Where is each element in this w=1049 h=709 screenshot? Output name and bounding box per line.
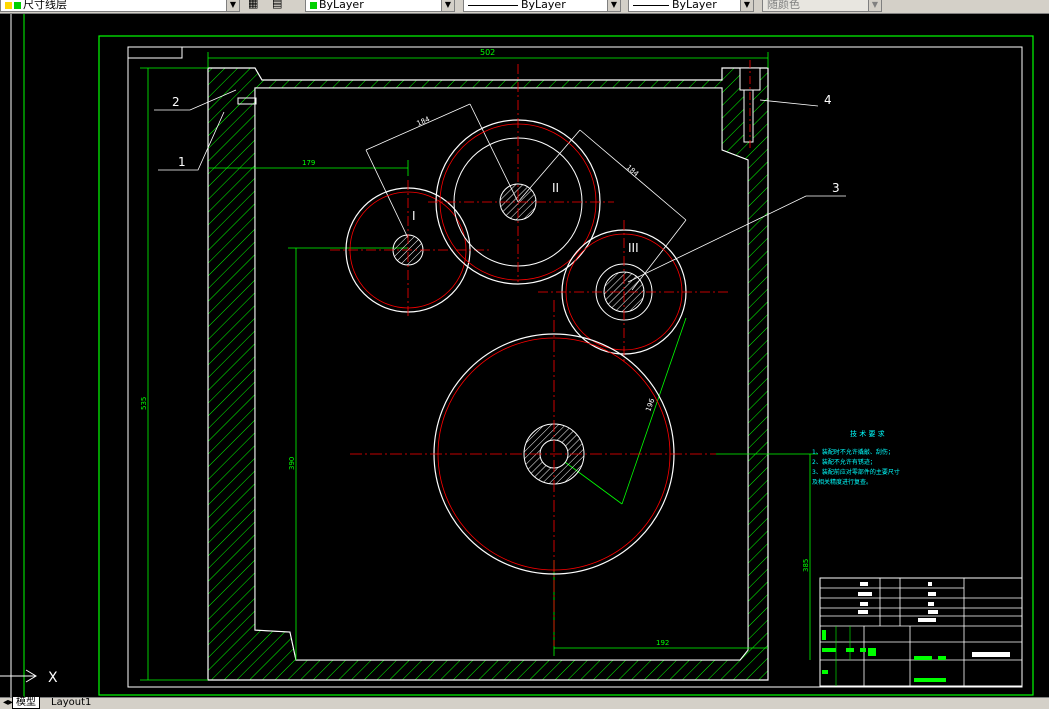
dim-bottom: 192 [656, 639, 669, 647]
overall-width-dim: 502 [480, 48, 495, 57]
tab-model[interactable]: 模型 [12, 697, 40, 709]
callout-1: 1 [178, 155, 186, 169]
tech-line-3: 3、装配前应对零部件的主要尺寸 [812, 468, 900, 476]
ucs-icon: X [0, 669, 58, 686]
frame-corner-notch [128, 47, 183, 59]
callout-2: 2 [172, 95, 180, 109]
dim-top-left: 179 [302, 159, 315, 167]
callout-3: 3 [832, 181, 840, 195]
shaft-label-II: II [552, 181, 559, 195]
tab-layout1[interactable]: Layout1 [48, 697, 94, 708]
dim-right-height: 385 [802, 559, 810, 572]
gearbox-housing [207, 67, 769, 681]
drawing-canvas[interactable]: 502 179 184 184 196 535 390 385 192 1 2 … [0, 0, 1049, 709]
ucs-x-label: X [48, 670, 58, 686]
tech-line-4: 及相关精度进行复查。 [812, 478, 872, 486]
shaft-label-III: III [628, 241, 639, 255]
tech-line-2: 2、装配不允许有锈迹； [812, 458, 876, 466]
callout-4: 4 [824, 93, 832, 107]
tech-line-1: 1、装配时不允许撬敲、刮伤； [812, 448, 894, 456]
shaft-label-I: I [412, 209, 416, 223]
tech-title: 技 术 要 求 [850, 429, 885, 438]
dim-left-height: 535 [140, 397, 148, 410]
title-block [819, 577, 1023, 687]
layout-tabs: ◂▸ 模型 Layout1 [0, 697, 1049, 709]
dim-inner-height: 390 [288, 457, 296, 470]
